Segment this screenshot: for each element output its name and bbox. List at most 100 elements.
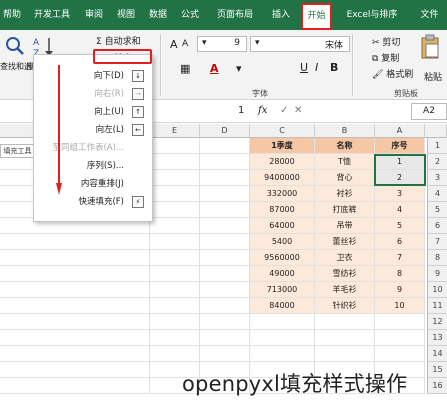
grid-cell[interactable]	[150, 314, 200, 330]
table-cell[interactable]: 9560000	[250, 250, 315, 266]
name-box[interactable]: A2	[411, 103, 447, 120]
grid-cell[interactable]	[200, 298, 250, 314]
row-header[interactable]: 10	[427, 282, 447, 298]
formula-input[interactable]: 1	[238, 105, 244, 116]
row-header[interactable]: 7	[427, 234, 447, 250]
font-color-button[interactable]: A	[210, 62, 219, 75]
borders-icon[interactable]: ▦	[180, 62, 190, 75]
row-header[interactable]: 4	[427, 186, 447, 202]
menu-item-across-worksheets[interactable]: 至同组工作表(A)...	[34, 139, 152, 157]
column-header-b[interactable]: B	[315, 124, 375, 138]
row-header[interactable]: 2	[427, 154, 447, 170]
cancel-x-icon[interactable]: ✕	[294, 105, 302, 116]
table-cell[interactable]: 8	[375, 266, 425, 282]
select-all-corner[interactable]	[425, 124, 447, 138]
tab-help[interactable]: 帮助	[0, 0, 24, 30]
tab-review[interactable]: 审阅	[80, 0, 108, 30]
table-cell[interactable]: 713000	[250, 282, 315, 298]
tab-developer[interactable]: 开发工具	[28, 0, 76, 30]
table-header-cell[interactable]: 序号	[375, 138, 425, 154]
grid-cell[interactable]	[315, 346, 375, 362]
table-cell[interactable]: 9	[375, 282, 425, 298]
grid-cell[interactable]	[200, 138, 250, 154]
table-cell[interactable]: 蕾丝衫	[315, 234, 375, 250]
grid-cell[interactable]	[150, 154, 200, 170]
grid-cell[interactable]	[150, 234, 200, 250]
grid-cell[interactable]	[200, 346, 250, 362]
grid-cell[interactable]	[250, 314, 315, 330]
table-cell[interactable]: 卫衣	[315, 250, 375, 266]
table-cell[interactable]: 打底裤	[315, 202, 375, 218]
table-cell[interactable]: 5	[375, 218, 425, 234]
grid-cell[interactable]	[150, 282, 200, 298]
table-cell[interactable]: T恤	[315, 154, 375, 170]
grid-cell[interactable]	[150, 218, 200, 234]
table-cell[interactable]: 28000	[250, 154, 315, 170]
grid-cell[interactable]	[315, 314, 375, 330]
row-header[interactable]: 5	[427, 202, 447, 218]
grid-cell[interactable]	[150, 346, 200, 362]
menu-item-series[interactable]: 序列(S)...	[34, 157, 152, 175]
table-cell[interactable]: 雪纺衫	[315, 266, 375, 282]
font-name-select[interactable]: ▾ 宋体	[250, 36, 350, 52]
menu-item-fill-up[interactable]: 向上(U) ↑	[34, 103, 152, 121]
grid-cell[interactable]	[0, 346, 150, 362]
table-cell[interactable]: 9400000	[250, 170, 315, 186]
grid-cell[interactable]	[200, 186, 250, 202]
tab-formulas[interactable]: 公式	[176, 0, 204, 30]
grid-cell[interactable]	[200, 154, 250, 170]
menu-item-fill-right[interactable]: 向右(R) →	[34, 85, 152, 103]
grid-cell[interactable]	[150, 298, 200, 314]
table-cell[interactable]: 332000	[250, 186, 315, 202]
italic-button[interactable]: I	[315, 61, 318, 74]
grid-cell[interactable]	[0, 298, 150, 314]
tab-data[interactable]: 数据	[144, 0, 172, 30]
grid-cell[interactable]	[150, 266, 200, 282]
table-cell[interactable]: 羊毛衫	[315, 282, 375, 298]
table-cell[interactable]: 针织衫	[315, 298, 375, 314]
table-cell[interactable]: 87000	[250, 202, 315, 218]
grid-cell[interactable]	[375, 314, 425, 330]
grid-cell[interactable]	[200, 218, 250, 234]
table-cell[interactable]: 10	[375, 298, 425, 314]
grid-cell[interactable]	[150, 170, 200, 186]
tab-home[interactable]: 开始	[302, 4, 331, 30]
grid-cell[interactable]	[200, 314, 250, 330]
grid-cell[interactable]	[200, 282, 250, 298]
enter-check-icon[interactable]: ✓	[280, 105, 288, 116]
tab-file[interactable]: 文件	[412, 0, 447, 30]
tab-page-layout[interactable]: 页面布局	[208, 0, 262, 30]
grid-cell[interactable]	[0, 234, 150, 250]
font-shrink-icon[interactable]: A	[182, 39, 188, 49]
grid-cell[interactable]	[150, 330, 200, 346]
tab-insert[interactable]: 插入	[266, 0, 296, 30]
tab-view[interactable]: 视图	[112, 0, 140, 30]
underline-button[interactable]: U	[300, 61, 308, 74]
table-header-cell[interactable]: 1季度	[250, 138, 315, 154]
row-header[interactable]: 6	[427, 218, 447, 234]
row-header[interactable]: 13	[427, 330, 447, 346]
table-cell[interactable]: 6	[375, 234, 425, 250]
column-header-a[interactable]: A	[375, 124, 425, 138]
grid-cell[interactable]	[200, 250, 250, 266]
bold-button[interactable]: B	[330, 61, 338, 74]
format-painter-button[interactable]: 🖌 格式刷	[372, 67, 413, 80]
grid-cell[interactable]	[0, 282, 150, 298]
fill-color-icon[interactable]: ▾	[236, 62, 242, 75]
column-header-d[interactable]: D	[200, 124, 250, 138]
row-header[interactable]: 16	[427, 378, 447, 394]
tab-excel-sort[interactable]: Excel与排序	[336, 0, 408, 30]
fx-icon[interactable]: fx	[258, 105, 272, 119]
row-header[interactable]: 3	[427, 170, 447, 186]
row-header[interactable]: 8	[427, 250, 447, 266]
grid-cell[interactable]	[200, 170, 250, 186]
autosum-button[interactable]: Σ 自动求和	[96, 34, 141, 47]
table-cell[interactable]: 4	[375, 202, 425, 218]
cut-button[interactable]: ✂ 剪切	[372, 35, 400, 48]
table-cell[interactable]: 49000	[250, 266, 315, 282]
grid-cell[interactable]	[150, 250, 200, 266]
grid-cell[interactable]	[200, 202, 250, 218]
grid-cell[interactable]	[0, 314, 150, 330]
row-header[interactable]: 9	[427, 266, 447, 282]
menu-item-justify[interactable]: 内容重排(J)	[34, 175, 152, 193]
